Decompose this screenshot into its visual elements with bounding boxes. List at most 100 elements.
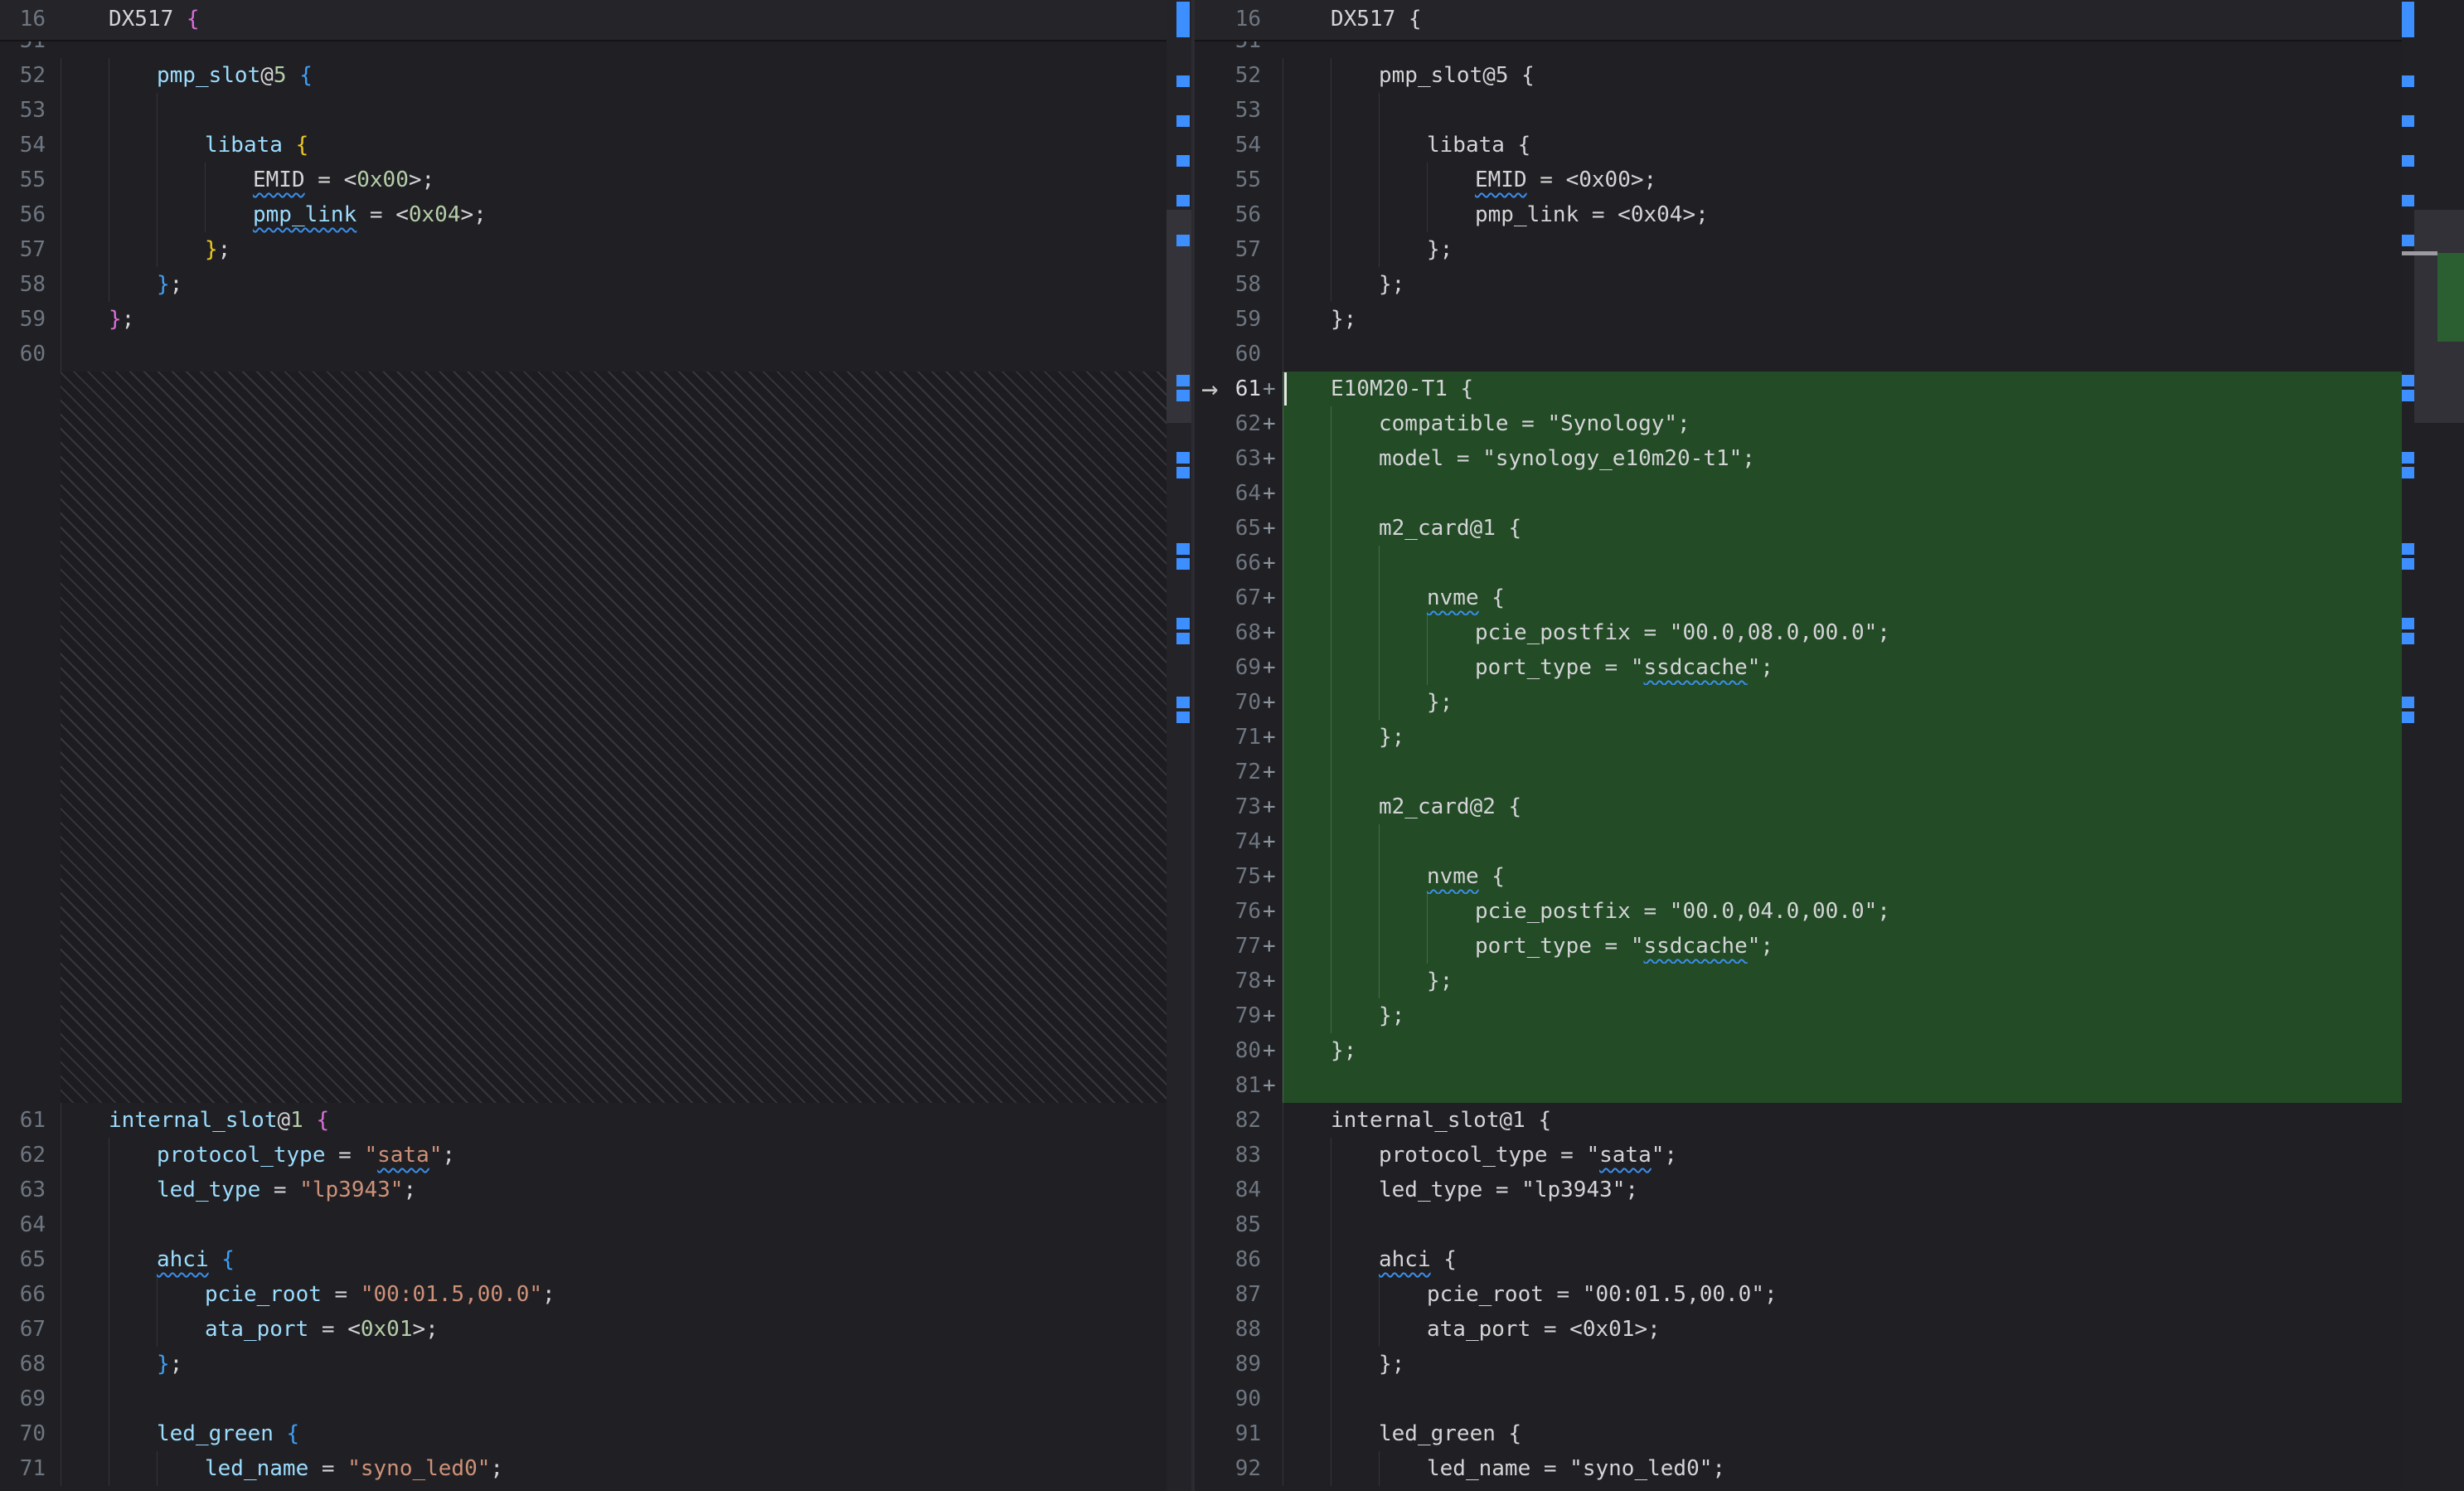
code-line[interactable]: 66pcie_root = "00:01.5,00.0"; [0,1277,1167,1312]
line-number[interactable]: 86 [1195,1242,1261,1277]
line-number[interactable]: 70 [0,1416,46,1451]
line-number[interactable]: 53 [1195,93,1261,128]
code-line[interactable]: 59}; [1195,302,2402,337]
line-number[interactable]: 55 [0,163,46,197]
line-number[interactable]: 71 [0,1451,46,1486]
inserted-code-line[interactable]: 67+nvme { [1195,580,2402,615]
line-number[interactable]: 82 [1195,1103,1261,1138]
code-line[interactable]: 62protocol_type = "sata"; [0,1138,1167,1173]
inserted-code-line[interactable]: 73+m2_card@2 { [1195,789,2402,824]
line-number[interactable]: 77 [1195,929,1261,964]
code-line[interactable]: 71led_name = "syno_led0"; [0,1451,1167,1486]
line-number[interactable]: 54 [1195,128,1261,163]
line-number[interactable]: 83 [1195,1138,1261,1173]
diff-sash[interactable] [1191,0,1195,1491]
code-line[interactable]: 61internal_slot@1 { [0,1103,1167,1138]
line-number[interactable]: 92 [1195,1451,1261,1486]
line-number[interactable]: 90 [1195,1382,1261,1416]
inserted-code-line[interactable]: 65+m2_card@1 { [1195,511,2402,546]
code-line[interactable]: 65ahci { [0,1242,1167,1277]
code-line[interactable]: 83protocol_type = "sata"; [1195,1138,2402,1173]
code-line[interactable]: 16DX517 { [1195,2,2464,36]
code-line[interactable]: 55EMID = <0x00>; [1195,163,2402,197]
line-number[interactable]: 73 [1195,789,1261,824]
clipped-code-line[interactable]: 51 [1195,40,2402,58]
line-number[interactable]: 57 [1195,232,1261,267]
inserted-code-line[interactable]: 69+port_type = "ssdcache"; [1195,650,2402,685]
code-line[interactable]: 56pmp_link = <0x04>; [1195,197,2402,232]
inserted-code-line[interactable]: 77+port_type = "ssdcache"; [1195,929,2402,964]
line-number[interactable]: 81 [1195,1068,1261,1103]
code-line[interactable]: 87pcie_root = "00:01.5,00.0"; [1195,1277,2402,1312]
right-editor[interactable]: 5152pmp_slot@5 {5354libata {55EMID = <0x… [1195,0,2402,1491]
line-number[interactable]: 63 [0,1173,46,1207]
line-number[interactable]: 54 [0,128,46,163]
inserted-code-line[interactable]: 75+nvme { [1195,859,2402,894]
line-number[interactable]: 65 [1195,511,1261,546]
line-number[interactable]: 60 [0,337,46,372]
code-line[interactable]: 91led_green { [1195,1416,2402,1451]
line-number[interactable]: 63 [1195,441,1261,476]
line-number[interactable]: 66 [0,1277,46,1312]
line-number[interactable]: 67 [1195,580,1261,615]
code-line[interactable]: 82internal_slot@1 { [1195,1103,2402,1138]
line-number[interactable]: 66 [1195,546,1261,580]
code-line[interactable]: 84led_type = "lp3943"; [1195,1173,2402,1207]
line-number[interactable]: 67 [0,1312,46,1347]
line-number[interactable]: 52 [1195,58,1261,93]
line-number[interactable]: 52 [0,58,46,93]
line-number[interactable]: 89 [1195,1347,1261,1382]
code-line[interactable]: 58}; [0,267,1167,302]
inserted-code-line[interactable]: 72+ [1195,755,2402,789]
code-line[interactable]: 57}; [0,232,1167,267]
code-line[interactable]: 64 [0,1207,1167,1242]
line-number[interactable]: 57 [0,232,46,267]
inserted-code-line[interactable]: 66+ [1195,546,2402,580]
line-number[interactable]: 69 [0,1382,46,1416]
line-number[interactable]: 91 [1195,1416,1261,1451]
line-number[interactable]: 59 [1195,302,1261,337]
overview-ruler-left[interactable] [1167,0,1191,1491]
line-number[interactable]: 69 [1195,650,1261,685]
inserted-code-line[interactable]: 80+}; [1195,1033,2402,1068]
line-number[interactable]: 61 [0,1103,46,1138]
inserted-code-line[interactable]: 61+→E10M20-T1 { [1195,372,2402,406]
line-number[interactable]: 85 [1195,1207,1261,1242]
line-number[interactable]: 53 [0,93,46,128]
code-line[interactable]: 52pmp_slot@5 { [1195,58,2402,93]
code-line[interactable]: 63led_type = "lp3943"; [0,1173,1167,1207]
clipped-code-line[interactable]: 51 [0,40,1167,58]
line-number[interactable]: 59 [0,302,46,337]
line-number[interactable]: 55 [1195,163,1261,197]
inserted-code-line[interactable]: 63+model = "synology_e10m20-t1"; [1195,441,2402,476]
code-line[interactable]: 53 [0,93,1167,128]
code-line[interactable]: 67ata_port = <0x01>; [0,1312,1167,1347]
inserted-code-line[interactable]: 81+ [1195,1068,2402,1103]
inserted-code-line[interactable]: 79+}; [1195,998,2402,1033]
code-line[interactable]: 51 [0,40,1167,58]
line-number[interactable]: 68 [0,1347,46,1382]
code-line[interactable]: 52pmp_slot@5 { [0,58,1167,93]
inserted-code-line[interactable]: 62+compatible = "Synology"; [1195,406,2402,441]
line-number[interactable]: 87 [1195,1277,1261,1312]
line-number[interactable]: 58 [0,267,46,302]
inserted-code-line[interactable]: 78+}; [1195,964,2402,998]
line-number[interactable]: 84 [1195,1173,1261,1207]
line-number[interactable]: 75 [1195,859,1261,894]
line-number[interactable]: 16 [1195,2,1261,36]
inserted-code-line[interactable]: 71+}; [1195,720,2402,755]
line-number[interactable]: 64 [1195,476,1261,511]
line-number[interactable]: 68 [1195,615,1261,650]
code-line[interactable]: 59}; [0,302,1167,337]
code-line[interactable]: 16DX517 { [0,2,1191,36]
line-number[interactable]: 56 [1195,197,1261,232]
line-number[interactable]: 88 [1195,1312,1261,1347]
code-line[interactable]: 58}; [1195,267,2402,302]
code-line[interactable]: 53 [1195,93,2402,128]
line-number[interactable]: 58 [1195,267,1261,302]
code-line[interactable]: 85 [1195,1207,2402,1242]
line-number[interactable]: 60 [1195,337,1261,372]
code-line[interactable]: 60 [0,337,1167,372]
line-number[interactable]: 71 [1195,720,1261,755]
code-line[interactable]: 55EMID = <0x00>; [0,163,1167,197]
